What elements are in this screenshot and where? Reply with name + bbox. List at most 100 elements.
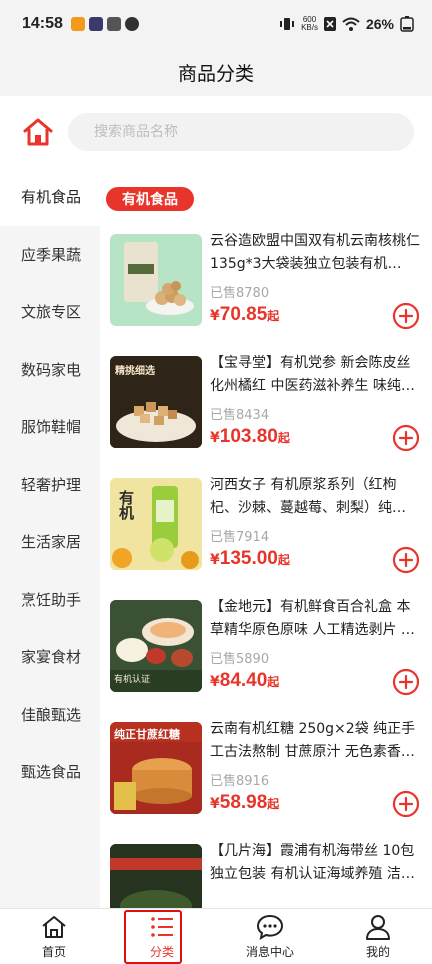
notification-icons	[70, 17, 139, 31]
price-value: 135.00	[219, 548, 278, 569]
product-name: 云南有机红糖 250g×2袋 纯正手工古法熬制 甘蔗原汁 无色素香…	[210, 721, 416, 760]
sidebar-item-digital-appliances[interactable]: 数码家电	[0, 341, 100, 399]
tab-category[interactable]: 分类	[108, 909, 216, 964]
net-speed: 600 KB/s	[301, 16, 318, 32]
tab-label: 消息中心	[245, 944, 294, 959]
sidebar-item-label: 甄选食品	[21, 763, 82, 782]
sidebar-item-label: 应季果蔬	[21, 245, 82, 264]
sidebar-item-cooking-helper[interactable]: 烹饪助手	[0, 571, 100, 629]
sidebar-item-label: 服饰鞋帽	[21, 418, 82, 437]
price-suffix: 起	[277, 553, 290, 567]
sidebar-item-label: 佳酿甄选	[21, 705, 82, 724]
product-card[interactable]: 纯正甘蔗红糖 云南有机红糖 250g×2袋 纯正手工古法熬制 甘蔗原汁 无色素香…	[110, 721, 426, 822]
sidebar-item-label: 轻奢护理	[21, 475, 82, 494]
product-sold-count: 已售8434	[210, 408, 270, 423]
price-currency: ¥	[210, 674, 220, 690]
product-card[interactable]: 有机 河西女子 有机原浆系列（红枸杞、沙棘、蔓越莓、刺梨）纯… 已售7914 ¥…	[110, 477, 426, 578]
video-notification-icon	[88, 17, 103, 31]
product-sold-count: 已售5890	[210, 652, 270, 667]
product-name: 【金地元】有机鲜食百合礼盒 本草精华原色原味 人工精选剥片 …	[210, 599, 415, 638]
price-value: 58.98	[219, 792, 268, 813]
price-value: 103.80	[219, 426, 278, 447]
price-value: 84.40	[219, 670, 268, 691]
product-image	[110, 234, 202, 326]
product-image-caption: 有机认证	[114, 675, 151, 685]
sidebar-item-label: 文旅专区	[21, 303, 82, 322]
tab-messages[interactable]: 消息中心	[216, 909, 324, 964]
price-currency: ¥	[210, 552, 220, 568]
home-icon	[23, 118, 53, 146]
product-sold-count: 已售8780	[210, 286, 270, 301]
product-name: 【宝寻堂】有机党参 新会陈皮丝化州橘红 中医药滋补养生 味纯…	[210, 355, 415, 394]
sidebar-item-label: 有机食品	[21, 188, 82, 207]
user-icon	[366, 914, 390, 940]
product-image-caption: 纯正甘蔗红糖	[114, 728, 180, 741]
product-sold-count: 已售8916	[210, 774, 270, 789]
price-currency: ¥	[210, 308, 220, 324]
product-image	[110, 844, 202, 908]
product-card[interactable]: 有机认证 【金地元】有机鲜食百合礼盒 本草精华原色原味 人工精选剥片 … 已售5…	[110, 599, 426, 700]
add-to-cart-icon[interactable]	[392, 302, 420, 330]
battery-level: 26%	[365, 16, 394, 32]
sidebar-item-banquet-ingredients[interactable]: 家宴食材	[0, 628, 100, 686]
link-notification-icon	[124, 17, 139, 31]
product-card[interactable]: 精挑细选 【宝寻堂】有机党参 新会陈皮丝化州橘红 中医药滋补养生 味纯… 已售8…	[110, 355, 426, 456]
add-to-cart-icon[interactable]	[392, 668, 420, 696]
price-suffix: 起	[267, 797, 280, 811]
category-pill: 有机食品	[106, 187, 194, 211]
tab-label: 分类	[149, 944, 174, 959]
product-name: 云谷造欧盟中国双有机云南核桃仁135g*3大袋装独立包装有机…	[210, 233, 420, 272]
sidebar-item-label: 烹饪助手	[21, 590, 82, 609]
add-to-cart-icon[interactable]	[392, 790, 420, 818]
tab-home[interactable]: 首页	[0, 909, 108, 964]
sidebar-item-label: 生活家居	[21, 533, 82, 552]
tab-label: 我的	[365, 944, 390, 959]
product-sold-count: 已售7914	[210, 530, 270, 545]
app-notification-icon	[70, 17, 85, 31]
sidebar-item-fine-wine[interactable]: 佳酿甄选	[0, 686, 100, 744]
product-price: ¥58.98起	[210, 792, 279, 814]
home-outline-icon	[42, 915, 66, 938]
status-time: 14:58	[22, 15, 63, 32]
product-image: 纯正甘蔗红糖	[110, 722, 202, 814]
product-image: 精挑细选	[110, 356, 202, 448]
sidebar-item-selected-food[interactable]: 甄选食品	[0, 743, 100, 801]
category-sidebar: 有机食品 应季果蔬 文旅专区 数码家电 服饰鞋帽 轻奢护理 生活家居 烹饪助手 …	[0, 168, 100, 908]
sidebar-item-label: 家宴食材	[21, 648, 82, 667]
sidebar-item-seasonal-produce[interactable]: 应季果蔬	[0, 226, 100, 284]
product-image-caption: 精挑细选	[115, 366, 155, 377]
home-button[interactable]	[18, 112, 58, 152]
page-title: 商品分类	[177, 62, 254, 85]
tab-label: 首页	[41, 944, 66, 959]
product-image: 有机认证	[110, 600, 202, 692]
add-to-cart-icon[interactable]	[392, 546, 420, 574]
page-header: 商品分类	[0, 48, 432, 96]
product-list-panel: 有机食品 云谷造欧盟中国双有机云南核桃仁135g*3大袋装独立包装有机… 已售8…	[100, 168, 432, 908]
sidebar-item-luxury-care[interactable]: 轻奢护理	[0, 456, 100, 514]
no-sim-icon	[323, 17, 336, 31]
sidebar-item-apparel[interactable]: 服饰鞋帽	[0, 398, 100, 456]
price-suffix: 起	[267, 675, 280, 689]
sidebar-item-home-living[interactable]: 生活家居	[0, 513, 100, 571]
add-to-cart-icon[interactable]	[392, 424, 420, 452]
product-name: 【几片海】霞浦有机海带丝 10包独立包装 有机认证海域养殖 洁…	[210, 843, 415, 882]
vibrate-icon	[280, 18, 295, 30]
price-suffix: 起	[277, 431, 290, 445]
product-card[interactable]: 云谷造欧盟中国双有机云南核桃仁135g*3大袋装独立包装有机… 已售8780 ¥…	[110, 233, 426, 334]
battery-icon	[400, 16, 414, 32]
product-price: ¥103.80起	[210, 426, 290, 448]
product-price: ¥135.00起	[210, 548, 290, 570]
sidebar-item-label: 数码家电	[21, 360, 82, 379]
wifi-icon	[342, 17, 360, 31]
bottom-tab-bar: 首页 分类 消息中心 我的	[0, 908, 432, 964]
product-card[interactable]: 【几片海】霞浦有机海带丝 10包独立包装 有机认证海域养殖 洁…	[110, 843, 426, 908]
price-currency: ¥	[210, 796, 220, 812]
tab-profile[interactable]: 我的	[324, 909, 432, 964]
product-price: ¥70.85起	[210, 304, 279, 326]
sidebar-item-culture-travel[interactable]: 文旅专区	[0, 283, 100, 341]
search-input[interactable]	[68, 113, 414, 151]
sidebar-item-organic-food[interactable]: 有机食品	[0, 168, 100, 226]
price-suffix: 起	[267, 309, 280, 323]
news-notification-icon	[106, 17, 121, 31]
list-icon	[151, 916, 173, 937]
